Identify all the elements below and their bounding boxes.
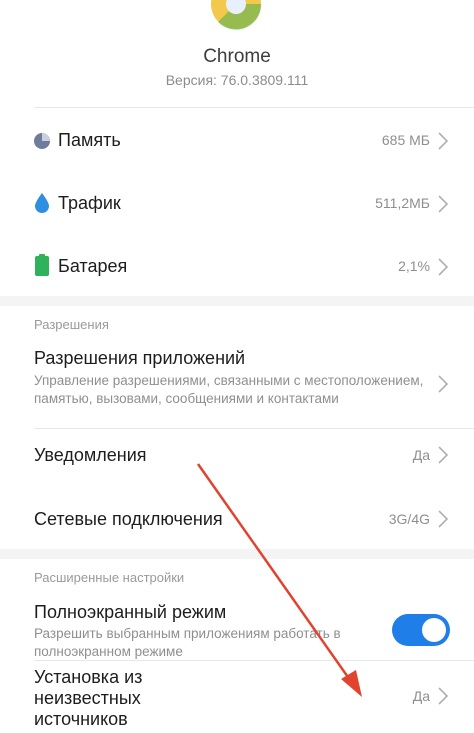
- app-name: Chrome: [203, 46, 271, 67]
- unknown-sources-value: Да: [412, 688, 430, 704]
- fullscreen-title: Полноэкранный режим: [34, 602, 227, 622]
- permissions-section-header: Разрешения: [34, 317, 109, 332]
- network-connections-title: Сетевые подключения: [34, 509, 223, 529]
- app-permissions-row[interactable]: Разрешения приложений Управление разреше…: [0, 340, 474, 430]
- chevron-right-icon: [438, 258, 449, 276]
- battery-icon: [35, 254, 49, 276]
- water-drop-icon: [35, 193, 49, 213]
- chevron-right-icon: [438, 375, 449, 393]
- fullscreen-subtitle: Разрешить выбранным приложениям работать…: [34, 626, 341, 659]
- section-separator: [0, 549, 474, 559]
- memory-row[interactable]: Память 685 МБ: [0, 110, 474, 172]
- pie-chart-icon: [34, 133, 50, 149]
- chevron-right-icon: [438, 446, 449, 464]
- section-separator: [0, 296, 474, 306]
- traffic-label: Трафик: [58, 193, 121, 213]
- network-connections-value: 3G/4G: [388, 511, 430, 527]
- fullscreen-toggle[interactable]: [392, 614, 450, 646]
- chevron-right-icon: [438, 510, 449, 528]
- divider: [34, 428, 474, 429]
- advanced-section-header: Расширенные настройки: [34, 570, 185, 585]
- unknown-sources-title: Установка из неизвестных источников: [34, 667, 142, 730]
- divider: [34, 660, 474, 661]
- unknown-sources-title-line: неизвестных: [34, 688, 141, 708]
- traffic-value: 511,2МБ: [375, 195, 430, 211]
- network-connections-row[interactable]: Сетевые подключения 3G/4G: [0, 492, 474, 548]
- app-permissions-subtitle: Управление разрешениями, связанными с ме…: [34, 373, 424, 406]
- chrome-app-icon: [211, 0, 262, 30]
- app-version: Версия: 76.0.3809.111: [165, 72, 309, 88]
- traffic-row[interactable]: Трафик 511,2МБ: [0, 172, 474, 234]
- chevron-right-icon: [438, 687, 449, 705]
- memory-value: 685 МБ: [381, 132, 430, 148]
- unknown-sources-title-line: Установка из: [34, 667, 143, 687]
- battery-value: 2,1%: [398, 258, 430, 274]
- battery-label: Батарея: [58, 256, 128, 276]
- divider: [34, 107, 474, 108]
- app-permissions-title: Разрешения приложений: [34, 348, 246, 368]
- notifications-row[interactable]: Уведомления Да: [0, 430, 474, 486]
- unknown-sources-title-line: источников: [34, 709, 128, 729]
- toggle-knob: [422, 618, 446, 642]
- chevron-right-icon: [438, 195, 449, 213]
- unknown-sources-row[interactable]: Установка из неизвестных источников Да: [0, 662, 474, 733]
- battery-row[interactable]: Батарея 2,1%: [0, 234, 474, 296]
- chevron-right-icon: [438, 132, 449, 150]
- notifications-title: Уведомления: [34, 445, 147, 465]
- notifications-value: Да: [412, 447, 430, 463]
- memory-label: Память: [58, 130, 121, 150]
